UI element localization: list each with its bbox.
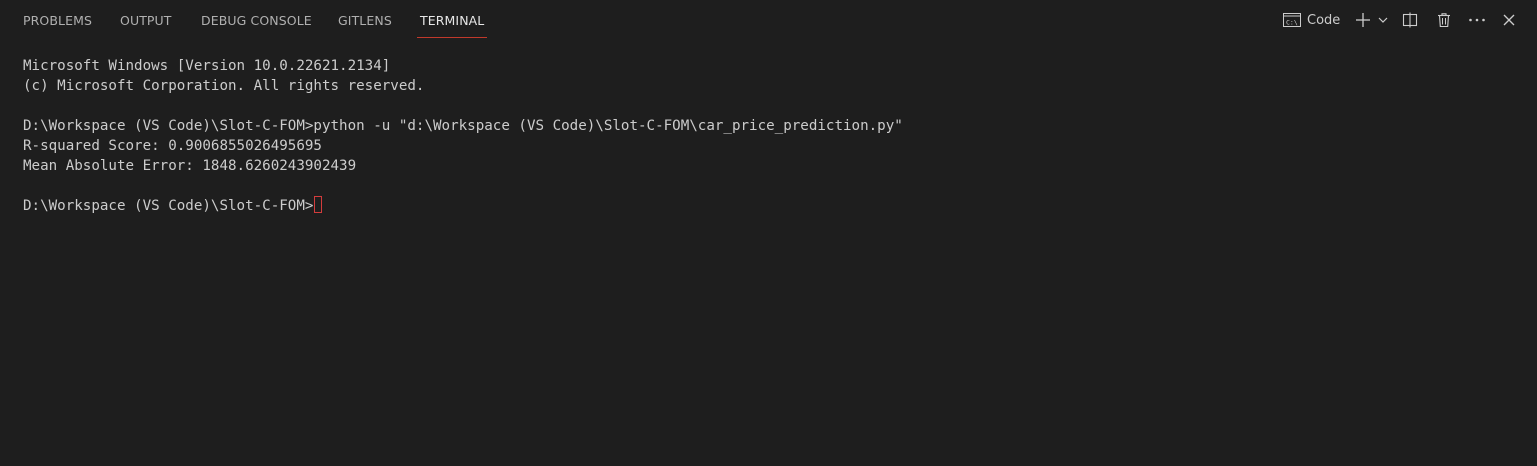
- panel-tab-bar: PROBLEMS OUTPUT DEBUG CONSOLE GITLENS TE…: [0, 0, 1537, 40]
- tab-gitlens[interactable]: GITLENS: [338, 0, 392, 37]
- terminal-shell-icon: C:\: [1283, 12, 1301, 28]
- terminal-prompt-line[interactable]: D:\Workspace (VS Code)\Slot-C-FOM>: [23, 196, 1527, 216]
- kill-terminal-button[interactable]: [1434, 9, 1454, 31]
- terminal-line: Mean Absolute Error: 1848.6260243902439: [23, 158, 357, 174]
- terminal-cursor: [314, 196, 323, 213]
- new-terminal-button[interactable]: [1353, 9, 1373, 31]
- tab-output[interactable]: OUTPUT: [120, 0, 172, 37]
- split-terminal-button[interactable]: [1400, 9, 1420, 31]
- terminal-shell-selector[interactable]: C:\ Code: [1283, 9, 1343, 31]
- tab-problems[interactable]: PROBLEMS: [23, 0, 92, 37]
- terminal-output[interactable]: Microsoft Windows [Version 10.0.22621.21…: [23, 56, 1527, 466]
- terminal-line: D:\Workspace (VS Code)\Slot-C-FOM>python…: [23, 118, 903, 134]
- close-panel-button[interactable]: [1499, 9, 1519, 31]
- terminal-line: (c) Microsoft Corporation. All rights re…: [23, 78, 425, 94]
- more-icon: [1468, 17, 1486, 23]
- terminal-panel: PROBLEMS OUTPUT DEBUG CONSOLE GITLENS TE…: [0, 0, 1537, 466]
- tab-terminal[interactable]: TERMINAL: [416, 0, 488, 38]
- plus-icon: [1355, 12, 1371, 28]
- close-icon: [1502, 13, 1516, 27]
- terminal-line: Microsoft Windows [Version 10.0.22621.21…: [23, 58, 391, 74]
- split-icon: [1402, 12, 1418, 28]
- terminal-line: R-squared Score: 0.9006855026495695: [23, 138, 322, 154]
- tab-debug-console[interactable]: DEBUG CONSOLE: [201, 0, 312, 37]
- more-actions-button[interactable]: [1467, 9, 1487, 31]
- chevron-down-icon: [1378, 16, 1388, 24]
- terminal-prompt: D:\Workspace (VS Code)\Slot-C-FOM>: [23, 198, 314, 214]
- svg-text:C:\: C:\: [1286, 19, 1298, 27]
- trash-icon: [1436, 12, 1452, 28]
- launch-profile-dropdown[interactable]: [1376, 9, 1390, 31]
- terminal-name-label: Code: [1307, 12, 1341, 28]
